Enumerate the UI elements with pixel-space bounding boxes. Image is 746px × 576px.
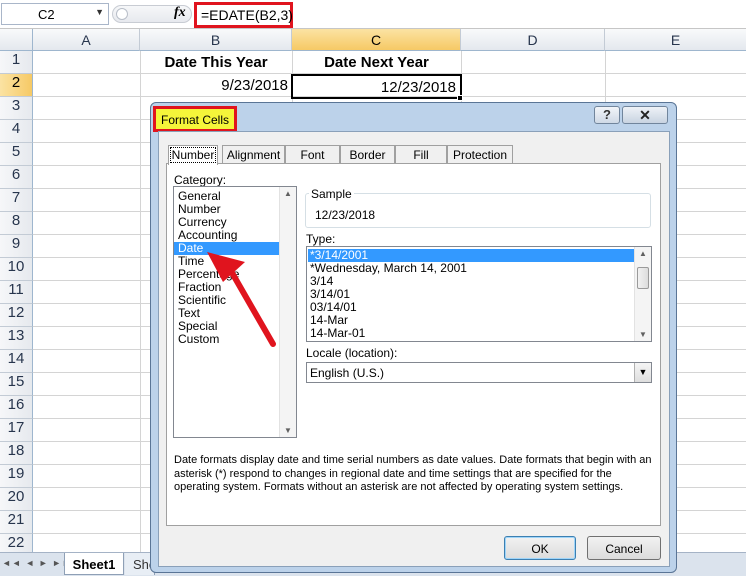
name-box[interactable]: C2 ▼ xyxy=(1,3,109,25)
type-item[interactable]: *Wednesday, March 14, 2001 xyxy=(310,262,467,275)
chevron-down-icon[interactable]: ▼ xyxy=(95,7,104,17)
row-header[interactable]: 8 xyxy=(0,212,33,235)
dialog-title: Format Cells xyxy=(153,106,237,132)
help-icon[interactable]: ? xyxy=(594,106,620,124)
row-header[interactable]: 19 xyxy=(0,465,33,488)
row-header[interactable]: 21 xyxy=(0,511,33,534)
sample-label: Sample xyxy=(309,187,354,201)
cell-c2-selected[interactable]: 12/23/2018 xyxy=(291,74,462,99)
row-header[interactable]: 7 xyxy=(0,189,33,212)
tab-protection[interactable]: Protection xyxy=(447,145,513,164)
type-label: Type: xyxy=(306,232,336,246)
tab-fill[interactable]: Fill xyxy=(395,145,447,164)
gridline xyxy=(140,51,141,559)
locale-select[interactable]: English (U.S.) ▼ xyxy=(306,362,652,383)
format-description: Date formats display date and time seria… xyxy=(174,454,652,493)
category-list[interactable]: General Number Currency Accounting Date Time P… xyxy=(173,186,297,438)
name-box-value: C2 xyxy=(38,7,55,22)
row-header[interactable]: 13 xyxy=(0,327,33,350)
select-all-corner[interactable] xyxy=(0,29,33,51)
formula-input[interactable]: =EDATE(B2,3) xyxy=(194,2,293,28)
scroll-up-icon[interactable]: ▲ xyxy=(635,249,651,258)
dropdown-arrow-icon[interactable]: ▼ xyxy=(634,363,651,382)
row-header[interactable]: 15 xyxy=(0,373,33,396)
sheet-tab-active[interactable]: Sheet1 xyxy=(64,553,124,575)
tab-alignment[interactable]: Alignment xyxy=(222,145,285,164)
row-header[interactable]: 18 xyxy=(0,442,33,465)
category-item[interactable]: Special xyxy=(178,320,278,333)
row-header[interactable]: 1 xyxy=(0,51,33,74)
cell-c1[interactable]: Date Next Year xyxy=(292,51,461,74)
category-item[interactable]: Fraction xyxy=(178,281,278,294)
column-header-b[interactable]: B xyxy=(140,29,292,51)
tab-font[interactable]: Font xyxy=(285,145,340,164)
locale-label: Locale (location): xyxy=(306,346,398,360)
row-header[interactable]: 3 xyxy=(0,97,33,120)
formula-circle-icon xyxy=(116,8,128,20)
type-item[interactable]: 14-Mar-01 xyxy=(310,327,365,340)
row-header[interactable]: 20 xyxy=(0,488,33,511)
row-header[interactable]: 14 xyxy=(0,350,33,373)
category-scrollbar[interactable]: ▲ ▼ xyxy=(279,187,296,437)
fx-icon[interactable]: fx xyxy=(174,5,186,21)
cancel-button[interactable]: Cancel xyxy=(587,536,661,560)
tab-border[interactable]: Border xyxy=(340,145,395,164)
category-item[interactable]: Scientific xyxy=(178,294,278,307)
type-list[interactable]: *3/14/2001 *Wednesday, March 14, 2001 3/14… xyxy=(306,246,652,342)
category-item[interactable]: Number xyxy=(178,203,278,216)
row-header[interactable]: 17 xyxy=(0,419,33,442)
category-item[interactable]: Date xyxy=(174,242,279,255)
row-header[interactable]: 16 xyxy=(0,396,33,419)
row-header[interactable]: 6 xyxy=(0,166,33,189)
type-scrollbar[interactable]: ▲ ▼ xyxy=(634,247,651,341)
column-header-a[interactable]: A xyxy=(33,29,140,51)
scroll-thumb[interactable] xyxy=(637,267,649,289)
row-header[interactable]: 11 xyxy=(0,281,33,304)
category-item[interactable]: Custom xyxy=(178,333,278,346)
category-item[interactable]: Currency xyxy=(178,216,278,229)
column-header-c[interactable]: C xyxy=(292,29,461,51)
formula-bar: C2 ▼ fx =EDATE(B2,3) xyxy=(0,0,746,29)
category-item[interactable]: Accounting xyxy=(178,229,278,242)
locale-value: English (U.S.) xyxy=(310,366,385,380)
scroll-down-icon[interactable]: ▼ xyxy=(635,330,651,339)
row-header[interactable]: 9 xyxy=(0,235,33,258)
tab-number-label: Number xyxy=(169,147,217,163)
category-label: Category: xyxy=(174,173,227,187)
category-item[interactable]: Text xyxy=(178,307,278,320)
row-header[interactable]: 4 xyxy=(0,120,33,143)
row-header[interactable]: 5 xyxy=(0,143,33,166)
column-header-e[interactable]: E xyxy=(605,29,746,51)
ok-button[interactable]: OK xyxy=(504,536,576,560)
row-header[interactable]: 10 xyxy=(0,258,33,281)
fill-handle[interactable] xyxy=(457,95,463,101)
cell-b2[interactable]: 9/23/2018 xyxy=(140,74,292,97)
scroll-down-icon[interactable]: ▼ xyxy=(280,426,296,435)
tab-number[interactable]: Number xyxy=(168,145,218,165)
category-item[interactable]: General xyxy=(178,190,278,203)
row-header[interactable]: 12 xyxy=(0,304,33,327)
sample-value: 12/23/2018 xyxy=(315,208,376,222)
scroll-up-icon[interactable]: ▲ xyxy=(280,189,296,198)
cell-b1[interactable]: Date This Year xyxy=(140,51,292,74)
sheet-nav-arrows-icon[interactable]: ◄◄ ◄ ► ►► xyxy=(2,558,72,568)
row-header[interactable]: 2 xyxy=(0,74,33,97)
column-header-d[interactable]: D xyxy=(461,29,605,51)
close-icon[interactable]: ✕ xyxy=(622,106,668,124)
category-item[interactable]: Time xyxy=(178,255,278,268)
category-item[interactable]: Percentage xyxy=(178,268,278,281)
